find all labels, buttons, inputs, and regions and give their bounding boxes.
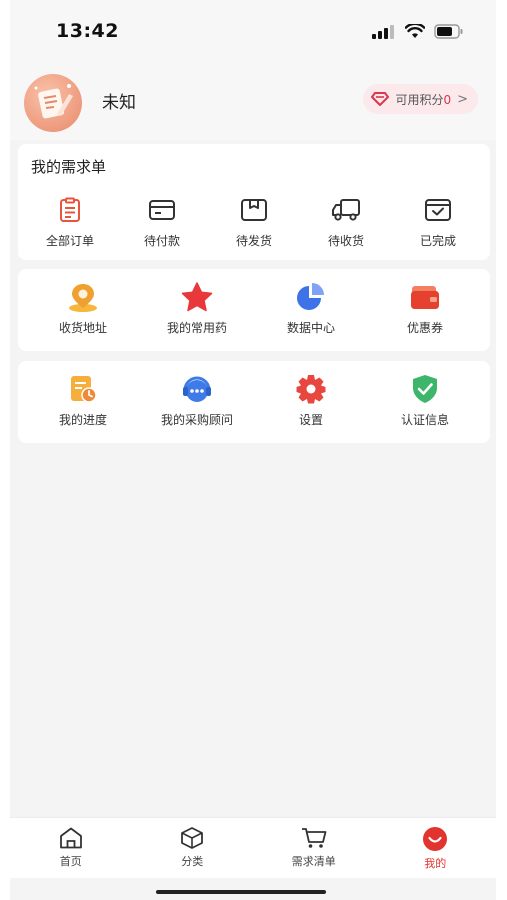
battery-icon xyxy=(434,24,463,39)
package-box-icon xyxy=(241,199,267,221)
points-value: 0 xyxy=(443,92,452,107)
pie-chart-icon xyxy=(297,283,324,310)
tab-category-label: 分类 xyxy=(181,855,204,868)
more-card: 我的进度 我的采购顾问 设置 认证信息 xyxy=(18,361,490,443)
certification-info-label: 认证信息 xyxy=(400,413,449,427)
coupon-icon xyxy=(411,286,439,309)
favorite-medicine-button[interactable]: 我的常用药 xyxy=(140,281,254,336)
username: 未知 xyxy=(102,93,136,113)
order-pending-receipt-label: 待收货 xyxy=(327,234,364,248)
gear-icon xyxy=(296,375,326,404)
data-center-label: 数据中心 xyxy=(286,321,335,335)
tab-mine-label: 我的 xyxy=(424,857,447,870)
orders-card: 我的需求单 全部订单 待付款 待发货 待收货 已完成 xyxy=(18,144,490,260)
certification-info-button[interactable]: 认证信息 xyxy=(368,373,482,428)
status-bar: 13:42 xyxy=(10,0,496,62)
my-profile-screen: 13:42 未知 可用积分0 > 我的需求单 全部订单 待付款 待发货 待收货 … xyxy=(10,0,496,900)
advisor-chat-icon xyxy=(183,376,211,402)
purchase-advisor-button[interactable]: 我的采购顾问 xyxy=(140,373,254,428)
order-pending-shipment-label: 待发货 xyxy=(235,234,272,248)
profile-header: 未知 可用积分0 > xyxy=(10,62,496,140)
points-label: 可用积分0 xyxy=(395,92,452,107)
purchase-advisor-label: 我的采购顾问 xyxy=(160,413,233,427)
home-icon xyxy=(59,827,82,849)
shipping-address-button[interactable]: 收货地址 xyxy=(26,281,140,336)
order-status-row: 全部订单 待付款 待发货 待收货 已完成 xyxy=(24,194,484,249)
my-progress-label: 我的进度 xyxy=(58,413,107,427)
profile-smile-icon xyxy=(423,827,448,851)
shipping-address-label: 收货地址 xyxy=(58,321,107,335)
services-card: 收货地址 我的常用药 数据中心 优惠券 xyxy=(18,269,490,351)
completed-box-icon xyxy=(425,199,451,221)
order-all-button[interactable]: 全部订单 xyxy=(24,194,116,249)
order-list-icon xyxy=(60,197,80,222)
home-indicator xyxy=(156,890,326,894)
my-progress-button[interactable]: 我的进度 xyxy=(26,373,140,428)
settings-label: 设置 xyxy=(298,413,323,427)
wifi-icon xyxy=(405,24,425,38)
avatar-notepad-icon xyxy=(34,84,73,119)
tab-demand-list-label: 需求清单 xyxy=(291,855,336,868)
order-pending-receipt-button[interactable]: 待收货 xyxy=(300,194,392,249)
wallet-card-icon xyxy=(149,200,175,220)
coupon-label: 优惠券 xyxy=(406,321,443,335)
status-time: 13:42 xyxy=(56,20,119,42)
order-pending-payment-label: 待付款 xyxy=(143,234,180,248)
order-completed-label: 已完成 xyxy=(419,234,456,248)
cellular-signal-icon xyxy=(372,24,394,39)
orders-title: 我的需求单 xyxy=(31,158,107,176)
chevron-right-icon: > xyxy=(457,91,468,107)
diamond-icon xyxy=(371,92,390,106)
bottom-tab-bar: 首页 分类 需求清单 我的 xyxy=(10,817,496,878)
cart-icon xyxy=(301,828,327,848)
location-pin-icon xyxy=(69,284,97,312)
order-pending-shipment-button[interactable]: 待发货 xyxy=(208,194,300,249)
order-all-label: 全部订单 xyxy=(45,234,94,248)
settings-button[interactable]: 设置 xyxy=(254,373,368,428)
tab-demand-list[interactable]: 需求清单 xyxy=(253,818,375,878)
delivery-truck-icon xyxy=(332,199,360,221)
points-button[interactable]: 可用积分0 > xyxy=(363,84,478,114)
order-pending-payment-button[interactable]: 待付款 xyxy=(116,194,208,249)
services-row: 收货地址 我的常用药 数据中心 优惠券 xyxy=(26,281,482,336)
category-box-icon xyxy=(181,827,204,849)
order-completed-button[interactable]: 已完成 xyxy=(392,194,484,249)
tab-category[interactable]: 分类 xyxy=(132,818,254,878)
star-icon xyxy=(181,282,213,312)
status-icons xyxy=(372,24,464,39)
tab-mine[interactable]: 我的 xyxy=(375,818,497,878)
tab-home[interactable]: 首页 xyxy=(10,818,132,878)
verified-shield-icon xyxy=(413,375,437,403)
avatar[interactable] xyxy=(24,74,82,132)
coupon-button[interactable]: 优惠券 xyxy=(368,281,482,336)
tab-home-label: 首页 xyxy=(59,855,82,868)
favorite-medicine-label: 我的常用药 xyxy=(166,321,227,335)
progress-doc-icon xyxy=(71,376,97,403)
more-row: 我的进度 我的采购顾问 设置 认证信息 xyxy=(26,373,482,428)
data-center-button[interactable]: 数据中心 xyxy=(254,281,368,336)
